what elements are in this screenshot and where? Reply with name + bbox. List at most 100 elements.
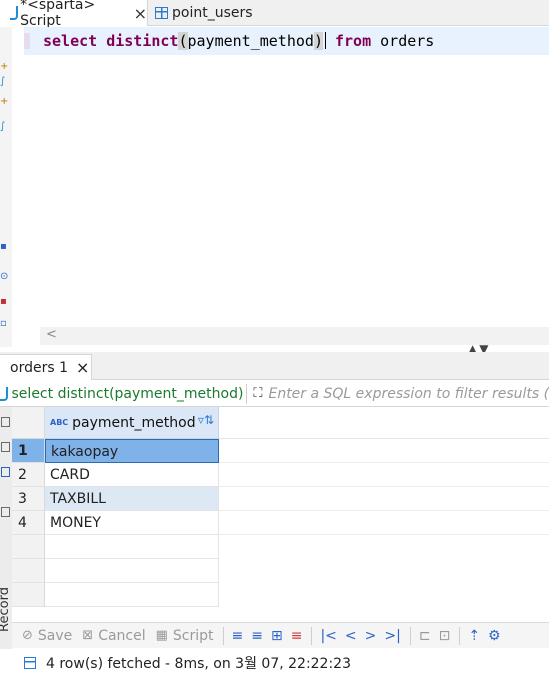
save-label: Save (37, 627, 73, 644)
keyword-distinct: distinct (106, 32, 179, 50)
filter-bar: select distinct(payment_method) ⛶ Enter … (0, 381, 549, 407)
gutter-marker-icon: ▫ (0, 318, 7, 329)
row-number[interactable]: 1 (12, 439, 45, 463)
row-number[interactable]: 4 (12, 511, 45, 535)
editor-tab-bar: *<sparta> Script × point_users (0, 0, 549, 29)
result-table-icon (24, 657, 36, 669)
table-view-icon[interactable] (1, 467, 10, 477)
panels-icon[interactable]: ⊡ (439, 628, 451, 644)
table-row[interactable]: 4 MONEY (12, 511, 549, 535)
header-empty-area (219, 407, 549, 439)
results-grid: ABC payment_method ▿⇅ 1 kakaopay 2 CARD … (12, 407, 549, 622)
row-empty-area (219, 439, 549, 463)
divider (409, 626, 411, 645)
table-icon (155, 7, 168, 19)
sort-filter-icon[interactable]: ▿⇅ (198, 413, 214, 427)
script-icon: ▦ (155, 628, 168, 643)
tab-point-users[interactable]: point_users (149, 0, 259, 26)
prev-page-icon[interactable]: < (345, 628, 357, 644)
close-icon[interactable]: × (134, 4, 147, 23)
tab-script-label: *<sparta> Script (20, 0, 96, 29)
script-button[interactable]: ▦ Script (156, 628, 214, 644)
next-page-icon[interactable]: > (365, 628, 377, 644)
delete-row-icon[interactable]: ≡ (291, 628, 303, 644)
export-icon[interactable]: ⇡ (468, 628, 480, 644)
empty-row (12, 583, 549, 607)
results-toolbar: ⊘ Save ⊠ Cancel ▦ Script ≡ ≡ ⊞ ≡ |< < > >| … (12, 622, 549, 648)
first-page-icon[interactable]: |< (320, 628, 336, 644)
table-row[interactable]: 1 kakaopay (12, 439, 549, 463)
gutter-marker-icon: ∫ (0, 76, 6, 87)
results-tab-label: orders 1 (10, 359, 68, 376)
open-paren: ( (178, 32, 188, 50)
panel-icon[interactable] (1, 507, 10, 517)
save-button[interactable]: ⊘ Save (22, 628, 72, 644)
row-number[interactable]: 2 (12, 463, 45, 487)
tab-script[interactable]: *<sparta> Script × (0, 0, 148, 29)
layout-icon[interactable]: ⊏ (419, 628, 431, 644)
table-cell-empty (45, 583, 219, 607)
gutter-marker-icon: + (0, 96, 9, 107)
cancel-icon: ⊠ (82, 628, 94, 643)
copy-row-icon[interactable]: ⊞ (271, 628, 283, 644)
sql-code-line[interactable]: select distinct(payment_method) from ord… (43, 31, 434, 51)
expand-icon[interactable]: ⛶ (253, 386, 262, 401)
status-text: 4 row(s) fetched - 8ms, on 3월 07, 22:22:… (46, 656, 352, 672)
sql-query-icon (0, 386, 8, 401)
row-empty-area (219, 487, 549, 511)
gear-icon[interactable]: ⚙ (488, 628, 501, 644)
table-row[interactable]: 3 TAXBILL (12, 487, 549, 511)
row-empty-area (219, 511, 549, 535)
row-number[interactable]: 3 (12, 487, 45, 511)
row-number-empty (12, 559, 45, 583)
table-row[interactable]: 2 CARD (12, 463, 549, 487)
last-page-icon[interactable]: >| (384, 628, 400, 644)
row-number-empty (12, 583, 45, 607)
text-caret (324, 32, 326, 49)
results-tab-bar: orders 1 × (0, 352, 549, 380)
scroll-left-icon[interactable]: < (46, 327, 57, 342)
gutter-marker-icon: ▪ (0, 296, 7, 307)
row-empty-area (219, 463, 549, 487)
string-type-icon: ABC (50, 418, 69, 427)
close-paren: ) (313, 32, 323, 50)
table-cell[interactable]: MONEY (45, 511, 219, 535)
divider (246, 383, 248, 404)
script-label: Script (172, 627, 214, 644)
editor-gutter: + ∫ + ∫ ▪ ⊙ ▪ ▫ (0, 27, 12, 347)
column-header-label: payment_method (72, 414, 196, 431)
sql-editor[interactable]: select distinct(payment_method) from ord… (12, 27, 549, 327)
grid-view-icon[interactable] (1, 417, 10, 427)
table-cell-empty (45, 559, 219, 583)
filter-input[interactable]: Enter a SQL expression to filter results… (268, 386, 549, 402)
status-bar: 4 row(s) fetched - 8ms, on 3월 07, 22:22:… (0, 649, 549, 677)
add-row-icon[interactable]: ≡ (251, 628, 263, 644)
divider (222, 626, 224, 645)
gutter-marker-icon: ▪ (0, 241, 7, 252)
line-marker (24, 33, 30, 49)
table-cell[interactable]: kakaopay (45, 439, 219, 463)
tab-point-users-label: point_users (172, 5, 253, 21)
gutter-marker-icon: ⊙ (0, 271, 9, 282)
column-header-payment-method[interactable]: ABC payment_method ▿⇅ (45, 407, 219, 439)
tab-results-orders[interactable]: orders 1 × (0, 354, 92, 380)
keyword-select: select (43, 32, 98, 50)
table-cell[interactable]: TAXBILL (45, 487, 219, 511)
edit-row-icon[interactable]: ≡ (232, 628, 244, 644)
side-panel-strip: Record (0, 407, 12, 650)
cancel-button[interactable]: ⊠ Cancel (82, 628, 145, 644)
empty-row (12, 559, 549, 583)
empty-row (12, 535, 549, 559)
table-cell[interactable]: CARD (45, 463, 219, 487)
close-icon[interactable]: × (76, 358, 89, 377)
grid-corner[interactable] (12, 407, 45, 439)
cancel-label: Cancel (98, 627, 146, 644)
divider (311, 626, 313, 645)
gutter-marker-icon: + (0, 61, 9, 72)
text-view-icon[interactable] (1, 442, 10, 452)
gutter-marker-icon: ∫ (0, 121, 6, 132)
record-mode-toggle[interactable]: Record (0, 587, 12, 632)
row-number-empty (12, 535, 45, 559)
divider (459, 626, 461, 645)
table-cell-empty (45, 535, 219, 559)
